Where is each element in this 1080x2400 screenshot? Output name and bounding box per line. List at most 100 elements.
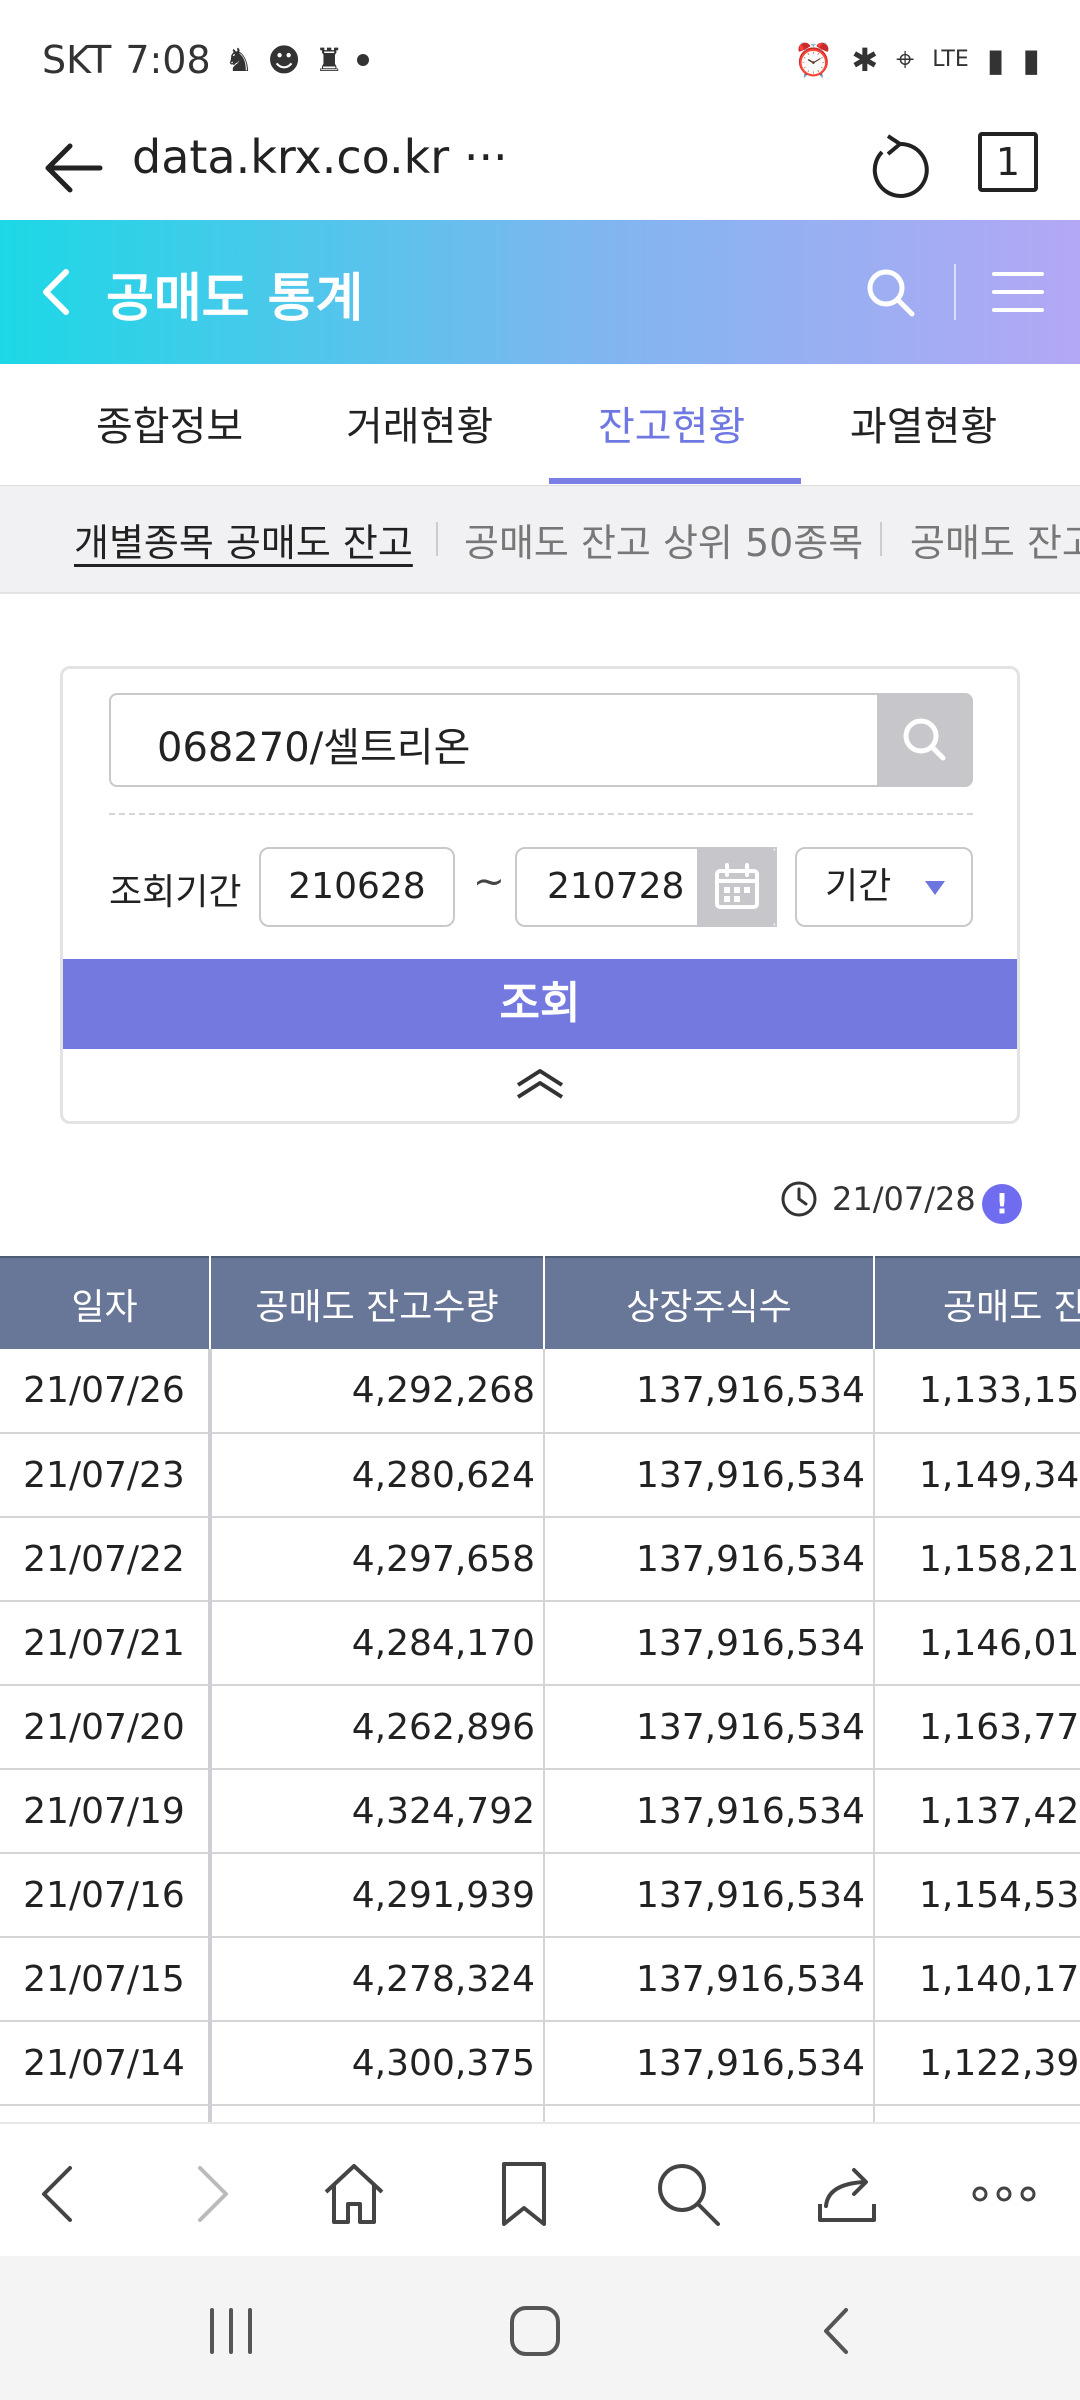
collapse-chevron-icon[interactable] [510,1063,570,1103]
table-row: 21/07/26 4,292,268 137,916,534 1,133,158 [0,1349,1080,1434]
balance-table: 일자 공매도 잔고수량 상장주식수 공매도 잔 21/07/26 4,292,2… [0,1256,1080,2122]
period-select[interactable]: 기간 [795,847,973,927]
notification-icon: ♜ [314,41,344,79]
notification-icon: ♞ [224,41,254,79]
browser-back-icon[interactable] [22,2154,102,2234]
cell-listed-shares: 137,916,534 [544,1769,875,1854]
search-panel: 068270/셀트리온 조회기간 210628 ~ 210728 기간 조회 [60,666,1020,1124]
refresh-icon[interactable] [862,128,932,208]
subnav-separator [436,522,438,556]
url-text[interactable]: data.krx.co.kr ··· [132,130,508,184]
cell-listed-shares: 137,916,534 [544,1937,875,2022]
cell-short-balance: 4,324,792 [210,1769,545,1854]
carrier-label: SKT [42,38,112,82]
cell-date: 21/07/16 [0,1853,212,1938]
home-icon[interactable] [314,2154,394,2234]
cell-short-balance: 4,278,324 [210,1937,545,2022]
share-icon[interactable] [808,2154,888,2234]
column-header-short-amount: 공매도 잔 [874,1256,1080,1349]
table-row: 21/07/22 4,297,658 137,916,534 1,158,218 [0,1517,1080,1602]
browser-toolbar [0,2122,1080,2256]
cell-listed-shares: 137,916,534 [544,1517,875,1602]
cell-date: 21/07/19 [0,1769,212,1854]
stock-search-button[interactable] [877,693,973,787]
cell-short-balance: 4,297,658 [210,1517,545,1602]
period-select-value: 기간 [825,866,892,907]
tab-overheat[interactable]: 과열현황 [850,394,997,452]
tab-overview[interactable]: 종합정보 [96,394,243,452]
bookmark-icon[interactable] [484,2154,564,2234]
tabs-count-button[interactable]: 1 [978,132,1038,192]
column-header-date: 일자 [0,1256,211,1349]
stock-search-field[interactable]: 068270/셀트리온 [109,693,973,787]
search-icon [903,718,946,761]
cell-short-amount: 1,133,158 [874,1349,1080,1434]
table-header-row: 일자 공매도 잔고수량 상장주식수 공매도 잔 [0,1256,1080,1349]
table-row: 21/07/15 4,278,324 137,916,534 1,140,173 [0,1937,1080,2022]
status-left: SKT 7:08 ♞ ☻ ♜ [42,38,370,82]
calendar-icon [715,863,759,909]
clock-icon [781,1181,817,1217]
active-tab-indicator [549,478,801,484]
tab-balance[interactable]: 잔고현황 [598,394,745,452]
home-button-icon[interactable] [500,2296,570,2366]
back-arrow-icon[interactable] [40,128,110,208]
cell-date: 21/07/22 [0,1517,212,1602]
cell-listed-shares: 137,916,534 [544,1349,875,1434]
browser-forward-icon[interactable] [168,2154,248,2234]
more-options-icon[interactable] [964,2154,1044,2234]
data-timestamp: 21/07/28 [780,1180,976,1218]
date-range-separator: ~ [473,859,505,903]
back-chevron-icon[interactable] [36,264,76,320]
cell-listed-shares: 137,916,534 [544,2021,875,2106]
cell-date: 21/07/14 [0,2021,212,2106]
hamburger-menu-icon[interactable] [990,268,1046,316]
column-header-listed-shares: 상장주식수 [544,1256,875,1349]
cell-short-amount: 1,122,397 [874,2021,1080,2106]
cell-date: 21/07/26 [0,1349,212,1434]
period-label: 조회기간 [109,872,242,913]
cell-short-amount: 1,137,420 [874,1769,1080,1854]
cell-date: 21/07/15 [0,1937,212,2022]
table-row: 21/07/23 4,280,624 137,916,534 1,149,347 [0,1433,1080,1518]
table-row: 21/07/20 4,262,896 137,916,534 1,163,770 [0,1685,1080,1770]
cell-listed-shares: 137,916,534 [544,1433,875,1518]
site-header: 공매도 통계 [0,220,1080,364]
lte-icon: LTE [932,47,969,72]
system-back-icon[interactable] [802,2296,872,2366]
cell-short-balance: 4,262,896 [210,1685,545,1770]
cell-short-amount: 1,158,218 [874,1517,1080,1602]
cell-short-balance: 4,291,939 [210,1853,545,1938]
query-button[interactable]: 조회 [63,959,1017,1049]
start-date-field[interactable]: 210628 [259,847,455,927]
cell-date: 21/07/23 [0,1433,212,1518]
main-tabs: 종합정보 거래현황 잔고현황 과열현황 [0,364,1080,486]
subnav-balance-more[interactable]: 공매도 잔고 [910,512,1080,567]
column-header-short-balance: 공매도 잔고수량 [210,1256,545,1349]
cell-short-amount: 1,146,015 [874,1601,1080,1686]
cell-short-amount: 1,140,173 [874,1937,1080,2022]
signal-icon: ▮ [986,40,1005,79]
more-notifications-icon [357,54,370,66]
search-icon[interactable] [648,2154,728,2234]
subnav-individual-balance[interactable]: 개별종목 공매도 잔고 [74,512,413,567]
info-icon[interactable]: ! [982,1184,1022,1224]
subnav-top50[interactable]: 공매도 잔고 상위 50종목 [464,512,863,567]
search-icon[interactable] [862,264,918,320]
recent-apps-icon[interactable] [196,2296,266,2366]
status-right: ⏰ ✱ ⌖ LTE ▮ ▮ [794,40,1040,79]
cell-listed-shares: 137,916,534 [544,1853,875,1938]
cell-short-amount: 1,163,770 [874,1685,1080,1770]
alarm-icon: ⏰ [793,40,834,79]
table-row: 21/07/21 4,284,170 137,916,534 1,146,015 [0,1601,1080,1686]
table-row: 21/07/14 4,300,375 137,916,534 1,122,397 [0,2021,1080,2106]
cell-date: 21/07/20 [0,1685,212,1770]
table-row: 21/07/19 4,324,792 137,916,534 1,137,420 [0,1769,1080,1854]
tab-trading[interactable]: 거래현황 [346,394,493,452]
status-bar: SKT 7:08 ♞ ☻ ♜ ⏰ ✱ ⌖ LTE ▮ ▮ [0,0,1080,120]
calendar-button[interactable] [697,847,777,927]
stock-search-value[interactable]: 068270/셀트리온 [157,715,470,773]
cell-listed-shares: 137,916,534 [544,1685,875,1770]
table-row [0,2105,1080,2122]
cell-listed-shares: 137,916,534 [544,1601,875,1686]
